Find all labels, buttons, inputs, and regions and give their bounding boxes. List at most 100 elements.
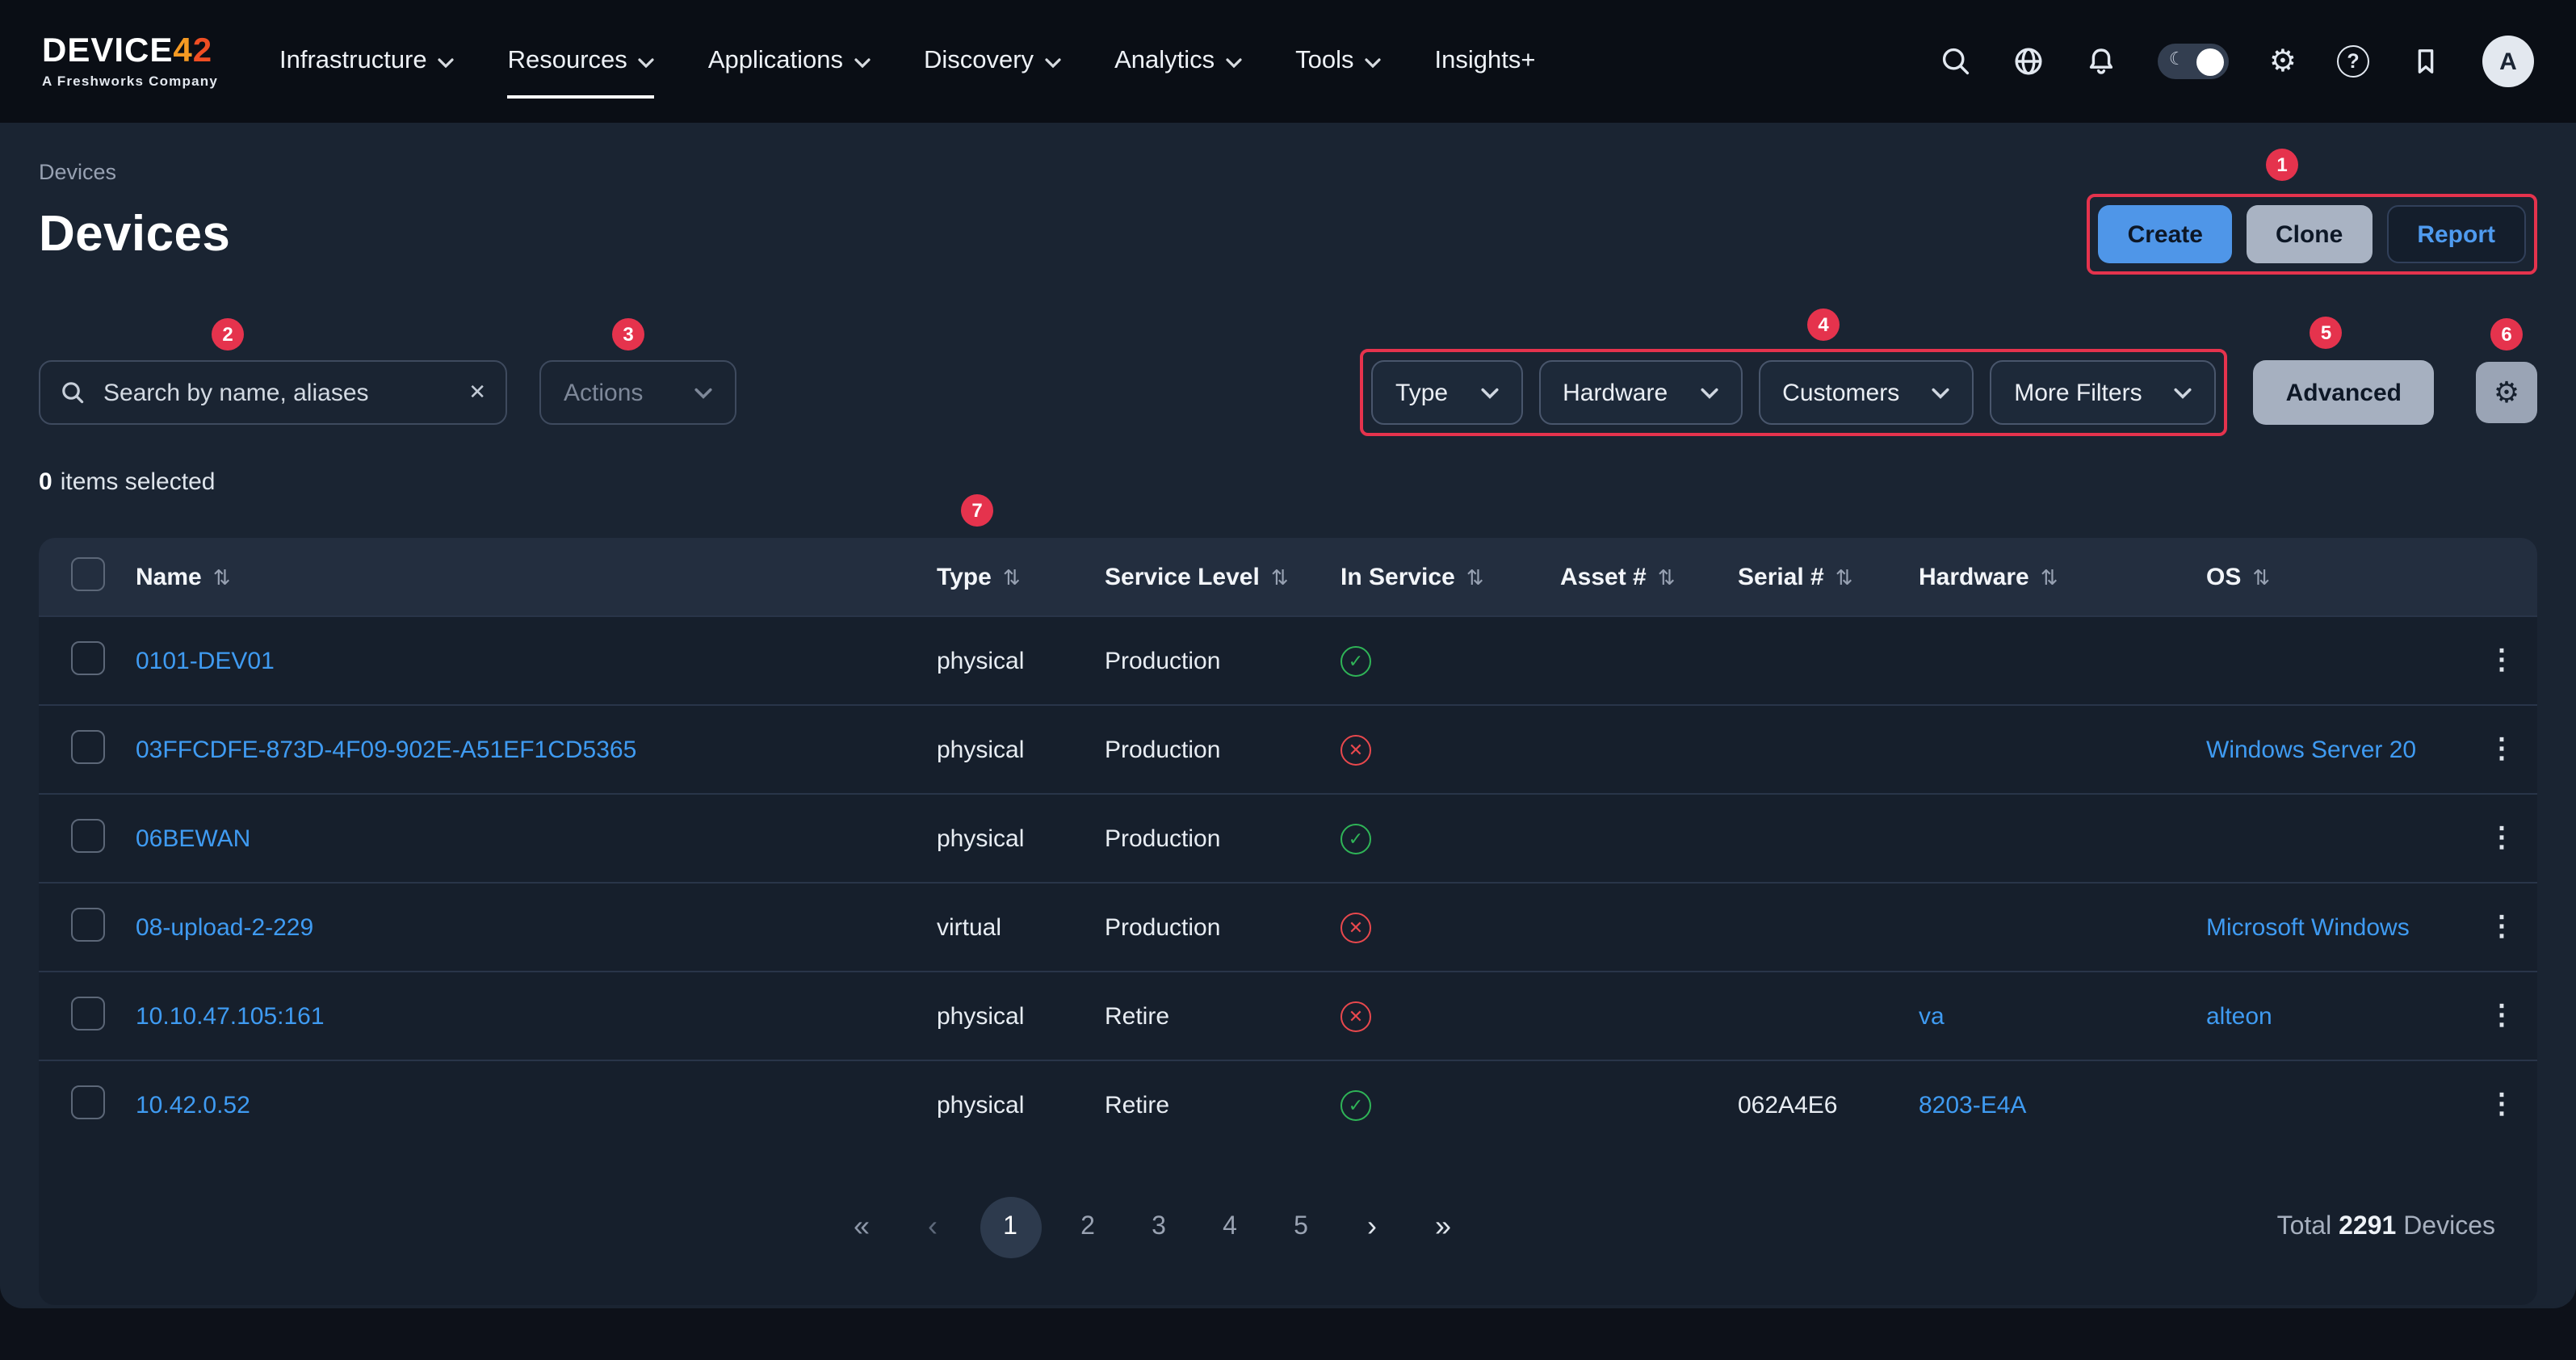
cell-os[interactable]: Microsoft Windows	[2206, 913, 2466, 941]
sort-icon[interactable]	[1466, 565, 1484, 589]
nav-item-resources[interactable]: Resources	[508, 37, 655, 86]
row-menu-icon[interactable]	[2466, 733, 2537, 766]
cell-in-service	[1340, 823, 1560, 854]
cell-hardware[interactable]: 8203-E4A	[1919, 1091, 2206, 1119]
nav-item-tools[interactable]: Tools	[1295, 37, 1381, 86]
filter-hardware-dropdown[interactable]: Hardware	[1538, 360, 1742, 425]
pagination-next-button[interactable]: ›	[1348, 1210, 1396, 1244]
cell-os[interactable]: Windows Server 20	[2206, 736, 2466, 763]
cell-hardware[interactable]: va	[1919, 1002, 2206, 1030]
cell-name[interactable]: 10.10.47.105:161	[136, 1002, 937, 1030]
checkbox-cell	[71, 729, 136, 770]
moon-icon	[2169, 48, 2185, 69]
device42-logo[interactable]: DEVICE42 A Freshworks Company	[42, 35, 218, 89]
advanced-button[interactable]: Advanced	[2254, 360, 2434, 425]
search-input[interactable]	[100, 377, 454, 408]
column-header-type[interactable]: Type	[937, 563, 1105, 590]
advanced-wrap: 5 Advanced	[2254, 360, 2434, 425]
clone-button[interactable]: Clone	[2247, 205, 2372, 263]
row-menu-icon[interactable]	[2466, 1000, 2537, 1032]
column-header-asset[interactable]: Asset #	[1560, 563, 1738, 590]
cell-name[interactable]: 10.42.0.52	[136, 1091, 937, 1119]
nav-item-label: Analytics	[1114, 47, 1215, 76]
row-menu-icon[interactable]	[2466, 1089, 2537, 1121]
cell-os[interactable]: alteon	[2206, 1002, 2466, 1030]
search-icon[interactable]	[1940, 45, 1972, 78]
sort-icon[interactable]	[2041, 565, 2058, 589]
cell-service-level: Production	[1105, 913, 1340, 941]
create-button[interactable]: Create	[2099, 205, 2232, 263]
nav-item-infrastructure[interactable]: Infrastructure	[279, 37, 455, 86]
column-header-serial[interactable]: Serial #	[1738, 563, 1919, 590]
bookmark-icon[interactable]	[2410, 45, 2442, 78]
cell-name[interactable]: 06BEWAN	[136, 825, 937, 852]
sort-icon[interactable]	[1658, 565, 1676, 589]
toolbar: 2 3 Actions 4 Type Hardware Customers Mo…	[39, 349, 2537, 436]
row-checkbox[interactable]	[71, 640, 105, 674]
table-row: 03FFCDFE-873D-4F09-902E-A51EF1CD5365 phy…	[39, 704, 2537, 793]
theme-toggle[interactable]	[2158, 44, 2229, 79]
pagination-prev-button[interactable]: ‹	[908, 1210, 957, 1244]
pagination-page-3[interactable]: 3	[1135, 1212, 1183, 1241]
filter-more-filters-dropdown[interactable]: More Filters	[1990, 360, 2216, 425]
column-label: OS	[2206, 563, 2241, 590]
row-checkbox[interactable]	[71, 996, 105, 1030]
filter-customers-dropdown[interactable]: Customers	[1758, 360, 1974, 425]
pagination-first-button[interactable]: «	[837, 1210, 886, 1244]
globe-icon[interactable]	[2012, 45, 2045, 78]
nav-item-applications[interactable]: Applications	[708, 37, 871, 86]
cell-serial: 062A4E6	[1738, 1091, 1919, 1119]
sort-icon[interactable]	[1836, 565, 1853, 589]
row-menu-icon[interactable]	[2466, 911, 2537, 943]
help-icon[interactable]	[2337, 45, 2369, 78]
pagination-last-button[interactable]: »	[1419, 1210, 1467, 1244]
breadcrumb[interactable]: Devices	[39, 123, 116, 184]
annotation-1: 1	[2266, 149, 2298, 181]
table-settings-button[interactable]	[2476, 362, 2537, 423]
row-menu-icon[interactable]	[2466, 822, 2537, 854]
chevron-down-icon	[1366, 58, 1382, 68]
select-all-checkbox[interactable]	[71, 556, 105, 590]
cell-name[interactable]: 0101-DEV01	[136, 647, 937, 674]
nav-item-discovery[interactable]: Discovery	[924, 37, 1061, 86]
actions-dropdown[interactable]: 3 Actions	[539, 360, 736, 425]
column-header-service-level[interactable]: Service Level	[1105, 563, 1340, 590]
pagination-page-1[interactable]: 1	[980, 1196, 1041, 1257]
column-header-in-service[interactable]: In Service	[1340, 563, 1560, 590]
brand-device: DEVICE	[42, 33, 173, 70]
sort-icon[interactable]	[1271, 565, 1289, 589]
pagination-page-5[interactable]: 5	[1277, 1212, 1325, 1241]
column-label: Asset #	[1560, 563, 1647, 590]
sort-icon[interactable]	[2252, 565, 2270, 589]
page-title: Devices	[39, 205, 230, 263]
column-header-hardware[interactable]: Hardware	[1919, 563, 2206, 590]
nav-item-analytics[interactable]: Analytics	[1114, 37, 1242, 86]
row-checkbox[interactable]	[71, 907, 105, 941]
search-box: 2	[39, 360, 507, 425]
cell-name[interactable]: 08-upload-2-229	[136, 913, 937, 941]
column-header-name[interactable]: Name	[136, 563, 937, 590]
column-header-os[interactable]: OS	[2206, 563, 2466, 590]
row-checkbox[interactable]	[71, 818, 105, 852]
chevron-down-icon	[694, 387, 712, 398]
settings-gear-icon[interactable]	[2269, 46, 2297, 77]
select-all-cell	[71, 556, 136, 597]
row-menu-icon[interactable]	[2466, 644, 2537, 677]
filter-type-dropdown[interactable]: Type	[1371, 360, 1522, 425]
sort-icon[interactable]	[1003, 565, 1021, 589]
report-button[interactable]: Report	[2386, 205, 2526, 263]
chevron-down-icon	[1932, 387, 1949, 398]
annotation-7: 7	[961, 494, 993, 527]
nav-item-label: Applications	[708, 47, 843, 76]
sort-icon[interactable]	[213, 565, 231, 589]
pagination-page-4[interactable]: 4	[1206, 1212, 1254, 1241]
row-checkbox[interactable]	[71, 729, 105, 763]
annotation-4: 4	[1807, 309, 1840, 341]
row-checkbox[interactable]	[71, 1085, 105, 1119]
pagination-page-2[interactable]: 2	[1064, 1212, 1112, 1241]
notifications-bell-icon[interactable]	[2085, 45, 2117, 78]
user-avatar[interactable]: A	[2482, 36, 2534, 87]
nav-item-insights[interactable]: Insights+	[1435, 37, 1536, 86]
clear-search-icon[interactable]	[468, 380, 486, 405]
cell-name[interactable]: 03FFCDFE-873D-4F09-902E-A51EF1CD5365	[136, 736, 937, 763]
